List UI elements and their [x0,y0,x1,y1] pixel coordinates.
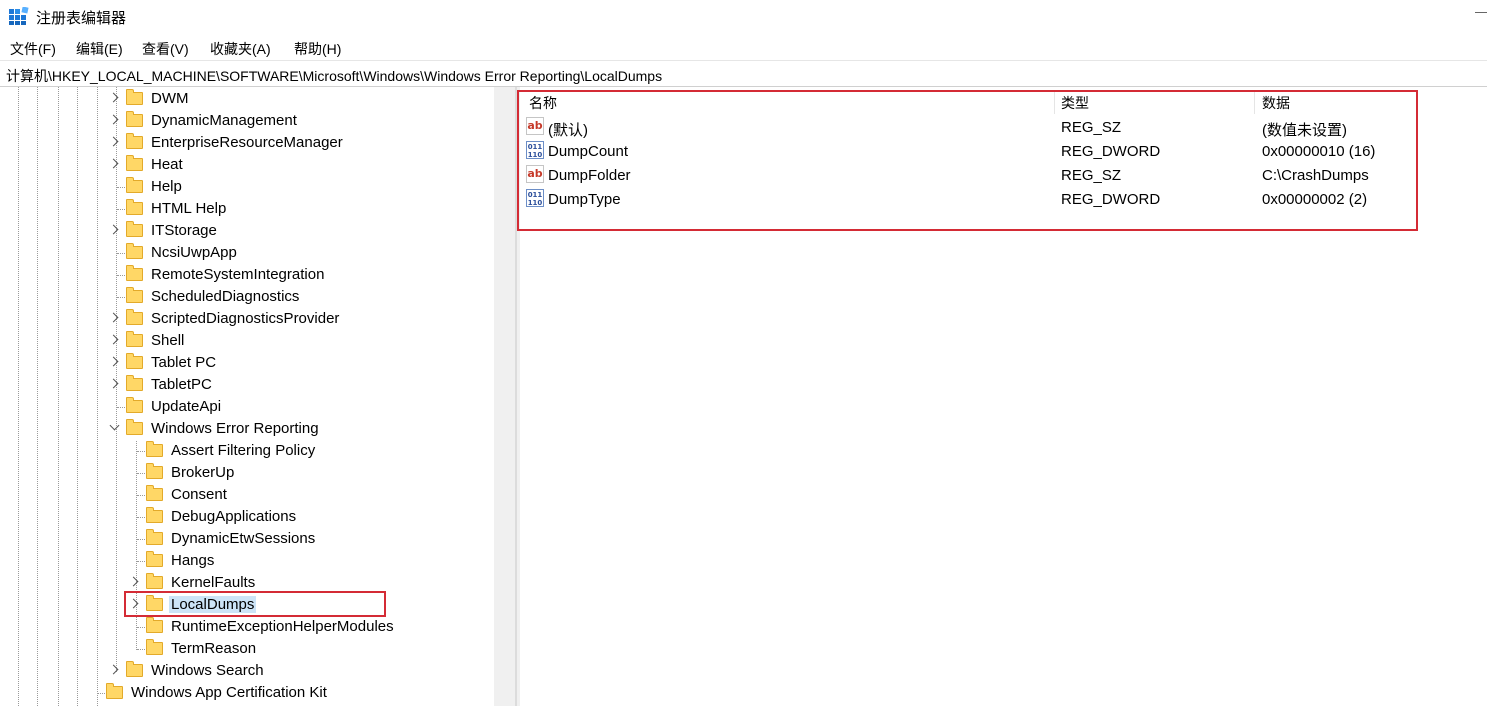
folder-icon [126,111,143,127]
folder-icon [126,133,143,149]
chevron-right-icon[interactable] [128,576,139,587]
tree-item[interactable]: ScriptedDiagnosticsProvider [0,308,494,330]
tree-item[interactable]: Windows App Certification Kit [0,682,494,704]
tree-item[interactable]: NcsiUwpApp [0,242,494,264]
folder-icon [126,177,143,193]
tree-item[interactable]: TermReason [0,638,494,660]
tree-item[interactable]: Shell [0,330,494,352]
menu-bar: 文件(F) 编辑(E) 查看(V) 收藏夹(A) 帮助(H) [0,36,1487,60]
title-bar: 注册表编辑器 [0,0,1487,34]
folder-icon [146,507,163,523]
folder-icon [126,353,143,369]
window-title: 注册表编辑器 [36,10,127,27]
tree-item[interactable]: BrokerUp [0,462,494,484]
folder-icon [126,89,143,105]
tree-item[interactable]: RemoteSystemIntegration [0,264,494,286]
folder-icon [126,221,143,237]
tree-item-expanded[interactable]: Windows Error Reporting [0,418,494,440]
tree-item[interactable]: Tablet PC [0,352,494,374]
chevron-down-icon[interactable] [109,420,120,431]
folder-icon [126,661,143,677]
tree-item[interactable]: EnterpriseResourceManager [0,132,494,154]
minimize-icon[interactable] [1475,12,1487,13]
folder-icon [146,617,163,633]
tree-item[interactable]: Help [0,176,494,198]
tree-item[interactable]: Hangs [0,550,494,572]
address-bar[interactable]: 计算机\HKEY_LOCAL_MACHINE\SOFTWARE\Microsof… [0,60,1487,87]
tree-item[interactable]: Assert Filtering Policy [0,440,494,462]
localdumps-highlight-box [124,591,386,617]
registry-editor-icon [9,7,29,25]
tree-item[interactable]: DynamicManagement [0,110,494,132]
menu-favorites[interactable]: 收藏夹(A) [210,39,271,59]
folder-icon [146,463,163,479]
folder-icon [126,309,143,325]
folder-icon [126,331,143,347]
menu-file[interactable]: 文件(F) [10,39,56,59]
tree-item[interactable]: DWM [0,88,494,110]
tree-item[interactable]: DebugApplications [0,506,494,528]
folder-icon [126,287,143,303]
folder-icon [126,419,143,435]
tree-item[interactable]: HTML Help [0,198,494,220]
menu-help[interactable]: 帮助(H) [294,39,341,59]
folder-icon [146,551,163,567]
folder-icon [146,485,163,501]
folder-icon [106,683,123,699]
folder-icon [126,155,143,171]
tree-item[interactable]: ScheduledDiagnostics [0,286,494,308]
values-highlight-box [517,90,1418,231]
folder-icon [146,573,163,589]
tree-item[interactable]: Heat [0,154,494,176]
folder-icon [146,441,163,457]
tree-item[interactable]: ITStorage [0,220,494,242]
tree-item[interactable]: Consent [0,484,494,506]
tree-item[interactable]: TabletPC [0,374,494,396]
folder-icon [126,375,143,391]
tree-item[interactable]: UpdateApi [0,396,494,418]
folder-icon [126,243,143,259]
tree-item[interactable]: Windows Search [0,660,494,682]
folder-icon [126,265,143,281]
tree-item[interactable]: DynamicEtwSessions [0,528,494,550]
menu-edit[interactable]: 编辑(E) [76,39,123,59]
folder-icon [126,397,143,413]
menu-view[interactable]: 查看(V) [142,39,189,59]
tree-item[interactable]: RuntimeExceptionHelperModules [0,616,494,638]
address-path[interactable]: 计算机\HKEY_LOCAL_MACHINE\SOFTWARE\Microsof… [6,66,662,86]
folder-icon [146,639,163,655]
folder-icon [146,529,163,545]
folder-icon [126,199,143,215]
